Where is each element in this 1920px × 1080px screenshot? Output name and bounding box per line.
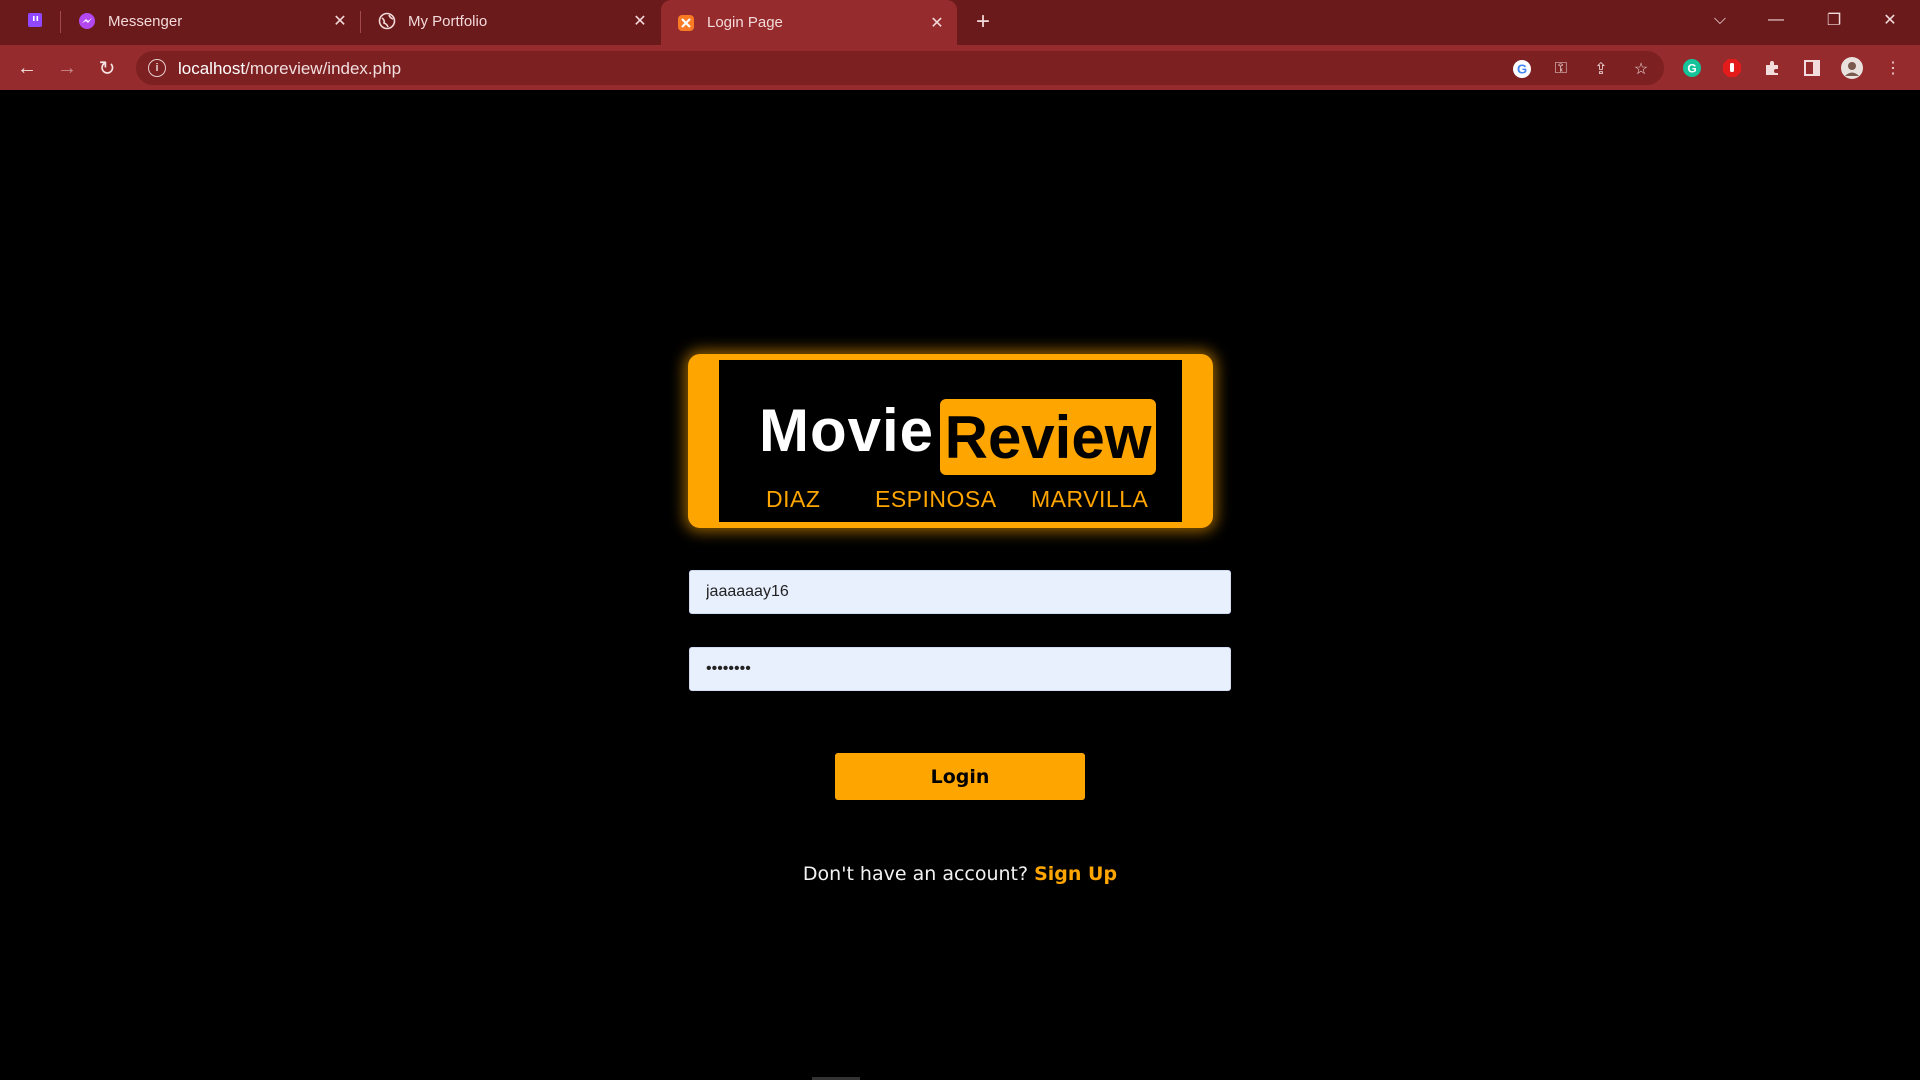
logo-name-marvilla: MARVILLA [1031,486,1149,512]
star-icon[interactable]: ☆ [1630,59,1652,79]
restore-button[interactable]: ❐ [1806,0,1862,40]
signup-prompt-line: Don't have an account? Sign Up [0,863,1920,885]
puzzle-icon[interactable] [1760,56,1784,80]
signup-prompt-text: Don't have an account? [802,863,1029,885]
arrow-left-icon: ← [17,56,37,79]
close-icon[interactable]: ✕ [326,7,354,35]
plus-icon: + [975,8,990,35]
adblock-icon[interactable] [1720,56,1744,80]
forward-button[interactable]: → [50,51,84,85]
username-input[interactable] [689,570,1231,614]
tab-search-button[interactable]: ⌵ [1692,0,1748,40]
logo-name-diaz: DIAZ [766,486,821,512]
restore-icon: ❐ [1826,12,1842,29]
side-panel-icon[interactable] [1800,56,1824,80]
globe-icon [378,12,396,30]
login-button[interactable]: Login [835,753,1085,800]
password-input[interactable] [689,647,1231,691]
minimize-button[interactable]: — [1748,0,1804,40]
tab-separator [60,11,61,33]
info-icon[interactable]: i [148,59,166,77]
close-icon: ✕ [1883,12,1897,29]
svg-text:G: G [1517,62,1527,77]
reload-button[interactable]: ↻ [90,51,124,85]
address-bar[interactable]: i localhost/moreview/index.php G ⚿ ⇪ ☆ [136,51,1664,85]
browser-toolbar: ← → ↻ i localhost/moreview/index.php G ⚿… [0,45,1920,90]
key-icon[interactable]: ⚿ [1550,59,1572,79]
page-content: Movie Review DIAZ ESPINOSA MARVILLA Logi… [0,90,1920,1080]
xampp-icon [677,14,695,32]
svg-text:G: G [1687,62,1696,76]
logo-inner-panel: Movie Review DIAZ ESPINOSA MARVILLA [719,360,1182,522]
tab-login-page[interactable]: Login Page ✕ [661,0,957,45]
avatar[interactable] [1840,56,1864,80]
grammarly-icon[interactable]: G [1680,56,1704,80]
movie-review-logo: Movie Review DIAZ ESPINOSA MARVILLA [688,354,1213,528]
tab-title: My Portfolio [408,12,488,30]
logo-word-movie: Movie [759,397,935,464]
pinned-tab-twitch[interactable] [18,8,52,34]
messenger-icon [78,12,96,30]
logo-name-espinosa: ESPINOSA [875,486,997,512]
share-icon[interactable]: ⇪ [1590,59,1612,79]
chevron-down-icon: ⌵ [1713,11,1727,28]
arrow-right-icon: → [57,56,77,79]
close-icon[interactable]: ✕ [923,9,951,37]
tab-messenger[interactable]: Messenger ✕ [62,0,360,42]
signup-link[interactable]: Sign Up [1034,863,1117,885]
twitch-icon [28,13,42,27]
more-menu-icon[interactable]: ⋮ [1881,56,1905,80]
tab-strip: Messenger ✕ My Portfolio ✕ Login Page ✕ … [0,0,1920,45]
new-tab-button[interactable]: + [967,8,999,36]
tab-title: Messenger [108,12,183,30]
back-button[interactable]: ← [10,51,44,85]
close-window-button[interactable]: ✕ [1862,0,1918,40]
tab-title: Login Page [707,14,783,31]
logo-word-review: Review [940,399,1156,475]
url-text: localhost/moreview/index.php [178,59,402,78]
tab-separator [360,11,361,33]
reload-icon: ↻ [98,57,116,80]
minimize-icon: — [1768,11,1784,28]
tab-my-portfolio[interactable]: My Portfolio ✕ [362,0,660,42]
google-icon[interactable]: G [1511,59,1533,79]
close-icon[interactable]: ✕ [626,7,654,35]
